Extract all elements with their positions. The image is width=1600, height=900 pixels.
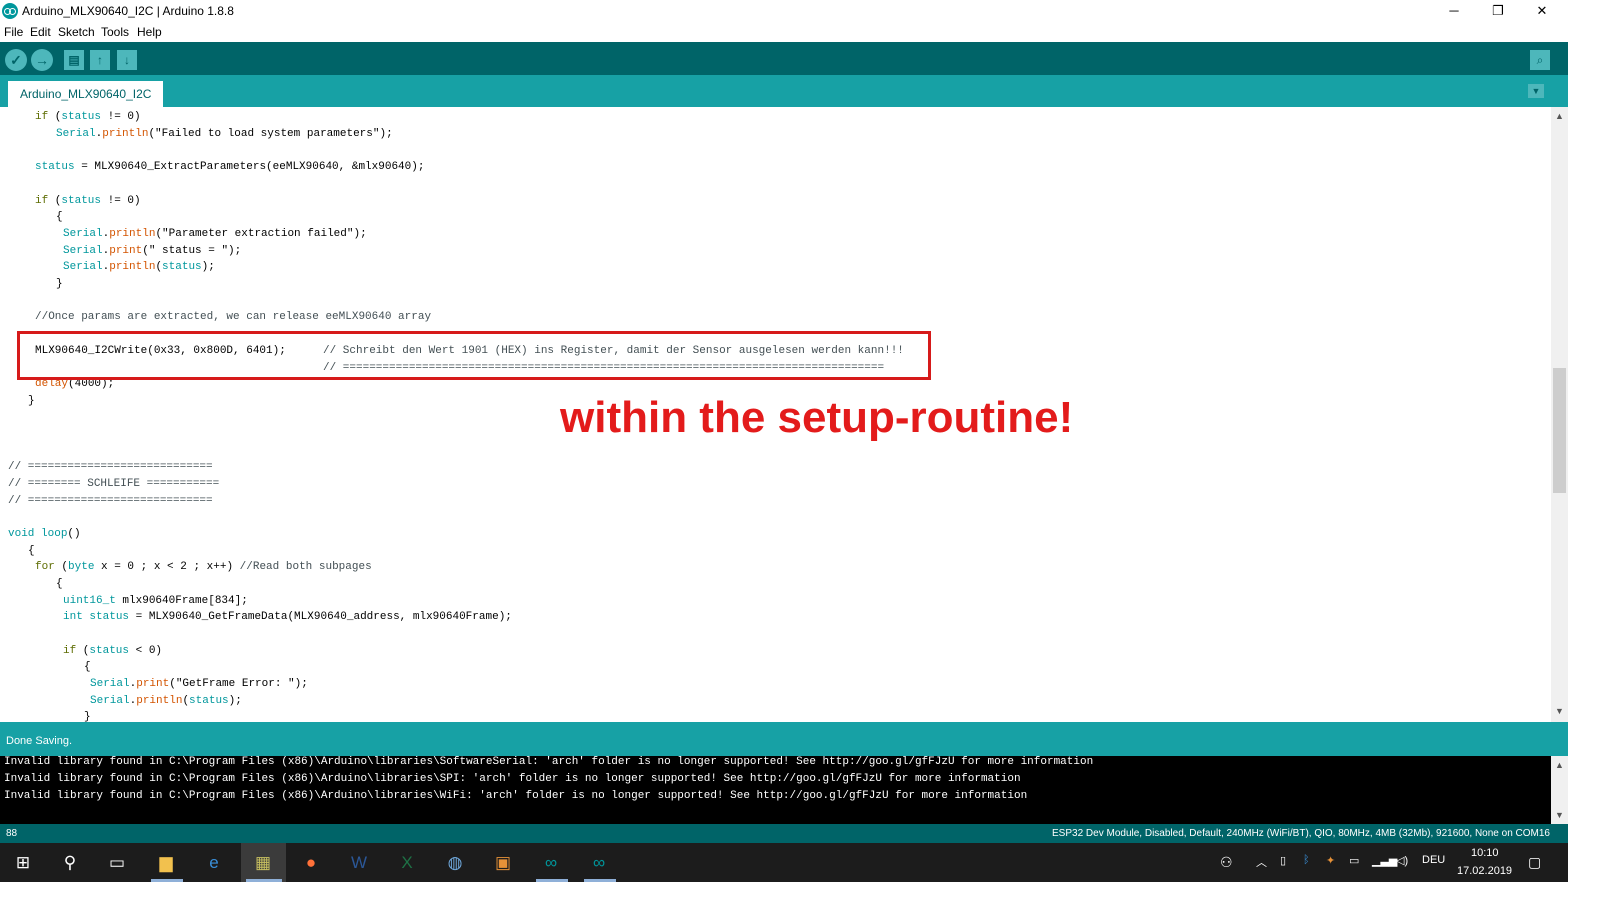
- menu-help[interactable]: Help: [137, 25, 162, 39]
- status-message: Done Saving.: [6, 735, 73, 747]
- menu-bar: [0, 23, 1568, 43]
- running-indicator: [151, 879, 183, 882]
- menu-file[interactable]: File: [4, 25, 23, 39]
- file-explorer-icon[interactable]: ▆: [151, 848, 181, 878]
- volume-icon[interactable]: ◁): [1396, 854, 1408, 867]
- arduino-icon[interactable]: ∞: [536, 848, 566, 878]
- code-comment: // ============================: [8, 495, 213, 507]
- bluetooth-icon[interactable]: ᛒ: [1303, 854, 1310, 866]
- code-comment: // ============================: [8, 461, 213, 473]
- internet-explorer-icon[interactable]: e: [199, 848, 229, 878]
- open-sketch-button[interactable]: ↑: [90, 50, 110, 70]
- running-indicator: [246, 879, 282, 882]
- serial-monitor-button[interactable]: ⌕: [1530, 50, 1550, 70]
- console-line: Invalid library found in C:\Program File…: [4, 790, 1028, 802]
- scroll-up-icon[interactable]: ▲: [1551, 109, 1568, 123]
- clock-time[interactable]: 10:10: [1471, 847, 1499, 859]
- console-scroll-down-icon[interactable]: ▼: [1551, 808, 1568, 822]
- editor-scroll-thumb[interactable]: [1553, 368, 1566, 493]
- tab-bar: [0, 75, 1568, 107]
- code-line: Serial.println("Parameter extraction fai…: [63, 228, 367, 240]
- scroll-down-icon[interactable]: ▼: [1551, 704, 1568, 718]
- code-line: }: [56, 278, 63, 290]
- people-icon[interactable]: ⚇: [1220, 854, 1233, 871]
- code-line: if (status < 0): [63, 645, 163, 657]
- status-bar: [0, 722, 1568, 756]
- arduino-logo-icon: [2, 3, 18, 19]
- annotation-text: within the setup-routine!: [560, 393, 1074, 442]
- globe-app-icon[interactable]: ◍: [440, 848, 470, 878]
- board-info: ESP32 Dev Module, Disabled, Default, 240…: [1052, 828, 1550, 839]
- code-line: Serial.print(" status = ");: [63, 245, 242, 257]
- code-line: if (status != 0): [35, 111, 141, 123]
- device-icon[interactable]: ▯: [1280, 854, 1286, 867]
- word-icon[interactable]: W: [344, 848, 374, 878]
- app-tray-icon[interactable]: ✦: [1326, 854, 1335, 867]
- code-line: {: [56, 211, 63, 223]
- code-line: uint16_t mlx90640Frame[834];: [63, 595, 248, 607]
- code-line: if (status != 0): [35, 195, 141, 207]
- highlight-box: [17, 331, 931, 380]
- code-line: Serial.println(status);: [63, 261, 215, 273]
- close-button[interactable]: ✕: [1520, 0, 1564, 23]
- code-line: }: [84, 711, 91, 722]
- code-line: void loop(): [8, 528, 81, 540]
- console-line: Invalid library found in C:\Program File…: [4, 773, 1021, 785]
- save-sketch-button[interactable]: ↓: [117, 50, 137, 70]
- notification-icon[interactable]: ▢: [1528, 854, 1541, 871]
- menu-sketch[interactable]: Sketch: [58, 25, 95, 39]
- console-scroll-up-icon[interactable]: ▲: [1551, 758, 1568, 772]
- code-line: Serial.print("GetFrame Error: ");: [90, 678, 308, 690]
- chevron-up-icon[interactable]: ︿: [1256, 854, 1267, 870]
- menu-tools[interactable]: Tools: [101, 25, 129, 39]
- language-indicator[interactable]: DEU: [1422, 854, 1445, 866]
- line-number: 88: [6, 828, 18, 839]
- title-bar: [0, 0, 1568, 23]
- search-icon[interactable]: ⚲: [55, 848, 85, 878]
- wifi-icon[interactable]: ▁▃▅: [1372, 854, 1397, 867]
- upload-button[interactable]: →: [31, 49, 53, 71]
- verify-button[interactable]: ✓: [5, 49, 27, 71]
- code-comment: //Once params are extracted, we can rele…: [35, 311, 432, 323]
- running-indicator: [536, 879, 568, 882]
- clock-date[interactable]: 17.02.2019: [1457, 865, 1512, 877]
- code-line: Serial.println(status);: [90, 695, 242, 707]
- running-indicator: [584, 879, 616, 882]
- tab-menu-icon[interactable]: ▼: [1528, 84, 1544, 98]
- code-line: status = MLX90640_ExtractParameters(eeML…: [35, 161, 425, 173]
- firefox-icon[interactable]: ●: [296, 848, 326, 878]
- excel-icon[interactable]: X: [392, 848, 422, 878]
- toolbar: [0, 42, 1568, 75]
- tab-sketch[interactable]: Arduino_MLX90640_I2C: [8, 81, 164, 107]
- code-line: Serial.println("Failed to load system pa…: [56, 128, 393, 140]
- code-line: {: [28, 545, 35, 557]
- task-view-icon[interactable]: ▭: [102, 848, 132, 878]
- new-sketch-button[interactable]: ▤: [64, 50, 84, 70]
- menu-edit[interactable]: Edit: [30, 25, 51, 39]
- code-line: for (byte x = 0 ; x < 2 ; x++) //Read bo…: [35, 561, 372, 573]
- arduino-icon[interactable]: ∞: [584, 848, 614, 878]
- minimize-button[interactable]: ─: [1432, 0, 1476, 23]
- code-line: {: [56, 578, 63, 590]
- paint-app-icon[interactable]: ▣: [488, 848, 518, 878]
- code-line: }: [28, 395, 35, 407]
- code-line: int status = MLX90640_GetFrameData(MLX90…: [63, 611, 512, 623]
- window-title: Arduino_MLX90640_I2C | Arduino 1.8.8: [22, 4, 234, 18]
- image-app-icon[interactable]: ▦: [248, 848, 278, 878]
- code-comment: // ======== SCHLEIFE ===========: [8, 478, 220, 490]
- restore-button[interactable]: ❐: [1476, 0, 1520, 23]
- console-line: Invalid library found in C:\Program File…: [4, 756, 1094, 768]
- windows-start-icon[interactable]: ⊞: [8, 848, 38, 878]
- code-line: {: [84, 661, 91, 673]
- battery-icon[interactable]: ▭: [1349, 854, 1359, 867]
